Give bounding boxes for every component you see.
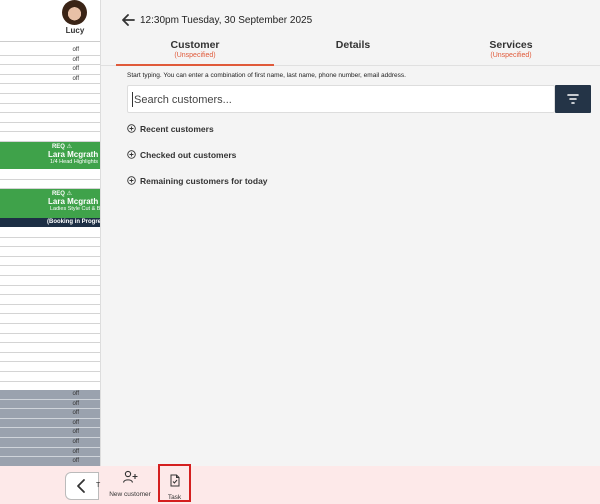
calendar-slot[interactable] bbox=[0, 372, 100, 382]
calendar-slot[interactable]: off bbox=[0, 409, 100, 419]
calendar-slot[interactable] bbox=[0, 305, 100, 315]
calendar-slot[interactable] bbox=[0, 295, 100, 305]
calendar-slot[interactable] bbox=[0, 343, 100, 353]
calendar-slot[interactable] bbox=[0, 228, 100, 238]
filter-button[interactable] bbox=[555, 85, 591, 113]
section-remaining-customers[interactable]: Remaining customers for today bbox=[127, 175, 347, 189]
calendar-slot[interactable] bbox=[0, 113, 100, 123]
calendar-slot[interactable]: off bbox=[0, 56, 100, 66]
calendar-slot[interactable] bbox=[0, 170, 100, 180]
calendar-slot[interactable] bbox=[0, 132, 100, 142]
calendar-slot[interactable] bbox=[0, 334, 100, 344]
calendar-slot[interactable]: off bbox=[0, 447, 100, 458]
calendar-slot[interactable] bbox=[0, 104, 100, 114]
calendar-slot[interactable] bbox=[0, 324, 100, 334]
request-badge: REQ ⚠ bbox=[51, 144, 73, 150]
expand-plus-icon bbox=[127, 150, 136, 159]
section-recent-customers[interactable]: Recent customers bbox=[127, 123, 327, 137]
new-customer-button[interactable]: New customer bbox=[108, 470, 152, 498]
calendar-slot[interactable]: off bbox=[0, 390, 100, 400]
tab-customer[interactable]: Customer (Unspecified) bbox=[116, 39, 274, 59]
search-input[interactable] bbox=[134, 90, 552, 110]
appointment-client: Lara Mcgrath bbox=[48, 197, 99, 206]
expand-plus-icon bbox=[127, 176, 136, 185]
calendar-slot[interactable] bbox=[0, 362, 100, 372]
calendar-slot[interactable]: off bbox=[0, 75, 100, 85]
tab-bar: Customer (Unspecified) Details Services … bbox=[101, 34, 600, 66]
calendar-slot[interactable] bbox=[0, 247, 100, 257]
calendar-slot[interactable] bbox=[0, 286, 100, 296]
calendar-slot[interactable]: off bbox=[0, 457, 100, 466]
calendar-slot[interactable] bbox=[0, 238, 100, 248]
staff-name: Lucy bbox=[65, 26, 85, 35]
calendar-slot[interactable] bbox=[0, 276, 100, 286]
section-checked-out-customers[interactable]: Checked out customers bbox=[127, 149, 327, 163]
request-badge: REQ ⚠ bbox=[51, 191, 73, 197]
tab-services[interactable]: Services (Unspecified) bbox=[432, 39, 590, 59]
avatar bbox=[62, 0, 87, 25]
calendar-slot[interactable] bbox=[0, 257, 100, 267]
calendar-slot[interactable] bbox=[0, 266, 100, 276]
filter-icon bbox=[567, 94, 579, 104]
calendar-slot[interactable] bbox=[0, 84, 100, 94]
appointment-client: Lara Mcgrath bbox=[48, 150, 99, 159]
calendar-slot[interactable] bbox=[0, 123, 100, 133]
calendar-slot[interactable]: off bbox=[0, 438, 100, 448]
search-box[interactable] bbox=[127, 85, 555, 113]
calendar-slot[interactable] bbox=[0, 94, 100, 104]
add-person-icon bbox=[122, 470, 138, 483]
chevron-left-icon bbox=[77, 479, 85, 493]
staff-header[interactable]: Lucy bbox=[0, 0, 100, 42]
calendar-column: Lucy REQ ⚠ Lara Mcgrath 1/4 Head Highlig… bbox=[0, 0, 101, 466]
calendar-slot[interactable]: off bbox=[0, 428, 100, 438]
active-tab-indicator bbox=[116, 64, 274, 66]
expand-plus-icon bbox=[127, 124, 136, 133]
tab-details[interactable]: Details bbox=[274, 39, 432, 52]
calendar-slot[interactable]: off bbox=[0, 65, 100, 75]
back-arrow-icon[interactable] bbox=[120, 12, 136, 28]
calendar-slot[interactable]: off bbox=[0, 46, 100, 56]
calendar-slot[interactable] bbox=[0, 314, 100, 324]
appointment-service: Ladies Style Cut & Blow bbox=[50, 206, 101, 212]
appointment-service: 1/4 Head Highlights bbox=[50, 159, 99, 165]
calendar-slot[interactable]: off bbox=[0, 418, 100, 429]
booking-in-progress: (Booking in Progre bbox=[0, 218, 100, 227]
appointment-block[interactable]: REQ ⚠ Lara Mcgrath 1/4 Head Highlights bbox=[0, 141, 100, 169]
bottom-toolbar: T New customer Task bbox=[0, 466, 600, 504]
search-hint: Start typing. You can enter a combinatio… bbox=[127, 72, 406, 79]
calendar-slot[interactable] bbox=[0, 353, 100, 363]
appointment-block[interactable]: REQ ⚠ Lara Mcgrath Ladies Style Cut & Bl… bbox=[0, 188, 101, 218]
task-button-highlight bbox=[158, 464, 191, 502]
text-caret bbox=[132, 92, 133, 107]
nav-label: T bbox=[96, 482, 101, 489]
previous-button[interactable] bbox=[65, 472, 99, 500]
page-title: 12:30pm Tuesday, 30 September 2025 bbox=[140, 15, 313, 26]
new-booking-panel: 12:30pm Tuesday, 30 September 2025 Custo… bbox=[101, 0, 600, 466]
calendar-slot[interactable]: off bbox=[0, 399, 100, 410]
calendar-slot[interactable] bbox=[0, 180, 100, 190]
